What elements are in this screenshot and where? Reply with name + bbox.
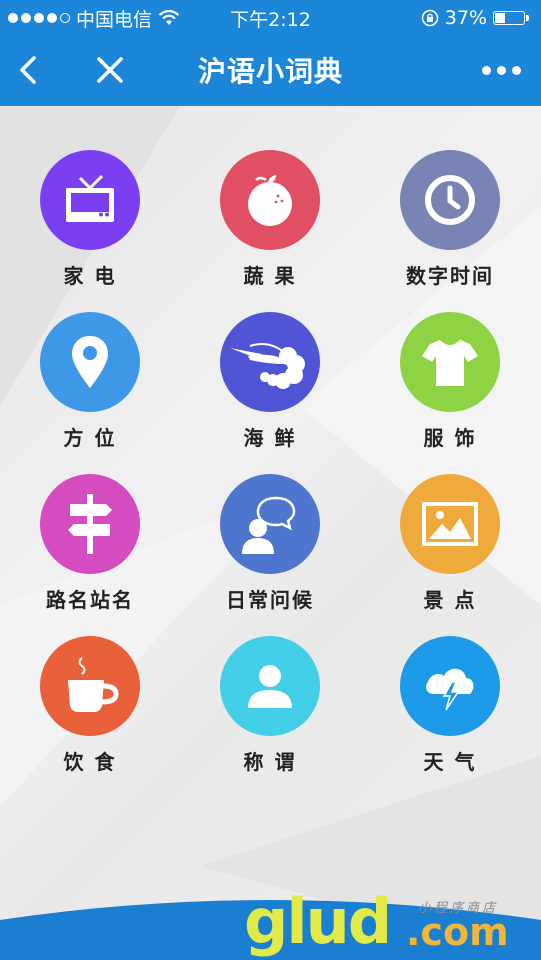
category-label: 海 鲜 [243, 426, 297, 450]
weather-icon [400, 636, 500, 736]
battery-icon [493, 11, 529, 25]
more-button[interactable] [479, 58, 523, 82]
signpost-icon [40, 474, 140, 574]
category-label: 方 位 [63, 426, 117, 450]
category-item[interactable]: 海 鲜 [200, 312, 340, 451]
category-label: 景 点 [423, 588, 477, 612]
category-label: 数字时间 [406, 264, 494, 288]
page-title: 沪语小词典 [197, 55, 343, 88]
footer-watermark: 小程序商店 glud .com [0, 885, 541, 960]
wifi-icon [158, 10, 180, 25]
tshirt-icon [400, 312, 500, 412]
orange-icon [220, 150, 320, 250]
category-label: 天 气 [423, 750, 477, 774]
category-label: 日常问候 [226, 588, 314, 612]
category-label: 家 电 [63, 264, 117, 288]
category-label: 饮 食 [63, 750, 117, 774]
category-item[interactable]: 路名站名 [20, 474, 160, 613]
status-bar: 中国电信 下午2:12 37% [0, 0, 541, 36]
battery-percent: 37% [444, 7, 487, 29]
category-label: 服 饰 [423, 426, 477, 450]
location-pin-icon [40, 312, 140, 412]
watermark-logo: glud [244, 885, 392, 958]
carrier-name: 中国电信 [76, 8, 153, 31]
tv-icon [40, 150, 140, 250]
clock-icon [400, 150, 500, 250]
category-label: 蔬 果 [243, 264, 297, 288]
category-item[interactable]: 蔬 果 [200, 150, 340, 289]
person-icon [220, 636, 320, 736]
cup-icon [40, 636, 140, 736]
category-item[interactable]: 日常问候 [200, 474, 340, 613]
category-item[interactable]: 饮 食 [20, 636, 160, 775]
category-item[interactable]: 家 电 [20, 150, 160, 289]
category-item[interactable]: 景 点 [380, 474, 520, 613]
category-label: 路名站名 [46, 588, 134, 612]
category-item[interactable]: 服 饰 [380, 312, 520, 451]
category-label: 称 谓 [243, 750, 297, 774]
category-grid-area: 家 电蔬 果数字时间方 位海 鲜服 饰路名站名 日常问候景 点饮 食称 谓天 气 … [0, 106, 541, 960]
category-item[interactable]: 称 谓 [200, 636, 340, 775]
category-item[interactable]: 天 气 [380, 636, 520, 775]
more-dots-icon [481, 65, 491, 75]
category-item[interactable]: 方 位 [20, 312, 160, 451]
category-item[interactable]: 数字时间 [380, 150, 520, 289]
seafood-icon [220, 312, 320, 412]
watermark-suffix: .com [406, 910, 509, 954]
chat-person-icon [220, 474, 320, 574]
signal-icon [8, 13, 70, 23]
picture-icon [400, 474, 500, 574]
rotation-lock-icon [421, 9, 439, 27]
nav-bar: 沪语小词典 [0, 36, 541, 106]
